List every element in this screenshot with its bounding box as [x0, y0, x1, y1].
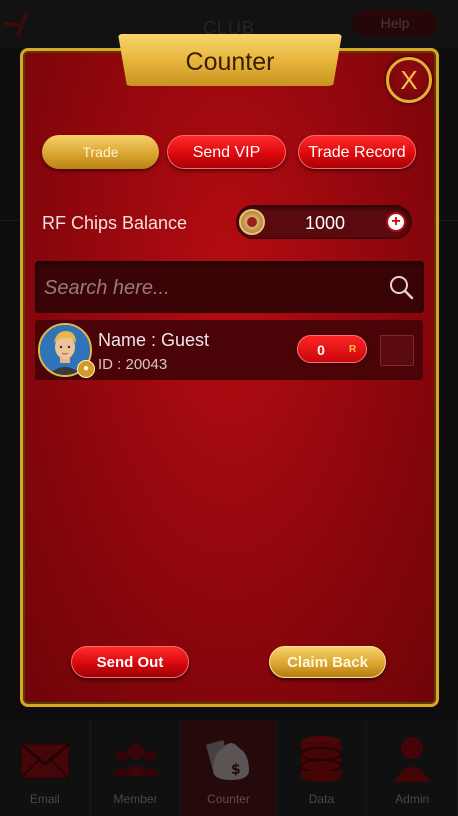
tab-trade[interactable]: Trade — [42, 135, 159, 169]
amount-unit: R — [349, 344, 357, 355]
amount-value: 0 — [317, 342, 325, 358]
balance-label: RF Chips Balance — [42, 213, 188, 233]
search-icon[interactable] — [388, 274, 414, 300]
member-checkbox[interactable] — [380, 335, 414, 366]
member-name: Name : Guest — [98, 330, 210, 350]
balance-value: 1000 — [304, 213, 346, 233]
claim-back-button[interactable]: Claim Back — [269, 646, 386, 678]
chip-icon — [239, 209, 265, 235]
search-input[interactable] — [44, 274, 374, 302]
member-id: ID : 20043 — [98, 356, 168, 373]
tab-send-vip[interactable]: Send VIP — [167, 135, 286, 169]
modal-title: Counter — [185, 48, 275, 76]
user-badge-icon: ● — [77, 360, 95, 378]
add-chips-button[interactable]: + — [386, 212, 406, 232]
close-button[interactable]: X — [386, 57, 432, 103]
tab-trade-record[interactable]: Trade Record — [298, 135, 416, 169]
send-out-button[interactable]: Send Out — [71, 646, 189, 678]
